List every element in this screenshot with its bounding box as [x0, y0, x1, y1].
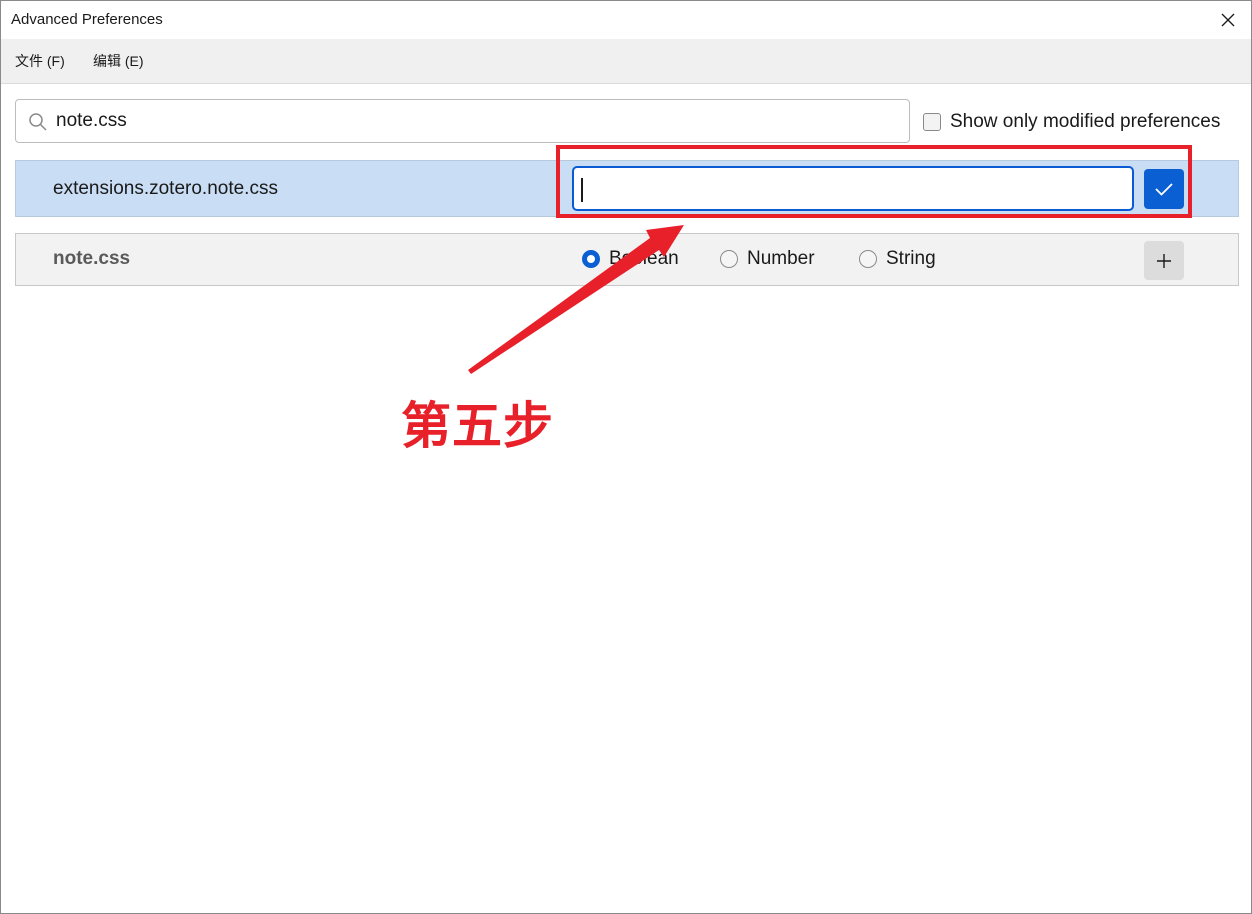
annotation-step-label: 第五步 [401, 398, 554, 454]
type-boolean-option[interactable]: Boolean [582, 248, 679, 270]
new-preference-name: note.css [53, 248, 131, 269]
type-string-radio[interactable] [859, 250, 877, 268]
new-preference-row: note.css Boolean Number String [15, 233, 1239, 286]
type-number-radio[interactable] [720, 250, 738, 268]
type-string-label: String [886, 248, 936, 269]
close-icon [1221, 13, 1235, 27]
text-caret [581, 178, 583, 202]
search-box[interactable] [15, 99, 910, 143]
preference-row[interactable]: extensions.zotero.note.css [15, 160, 1239, 217]
type-number-option[interactable]: Number [720, 248, 815, 270]
preference-value-input[interactable] [572, 166, 1134, 211]
show-modified-label: Show only modified preferences [950, 111, 1221, 132]
preference-name: extensions.zotero.note.css [53, 178, 278, 199]
menu-edit[interactable]: 编辑 (E) [93, 51, 144, 71]
type-number-label: Number [747, 248, 815, 269]
search-input[interactable] [56, 106, 896, 136]
search-icon [29, 113, 47, 131]
type-string-option[interactable]: String [859, 248, 936, 270]
checkmark-icon [1155, 183, 1173, 196]
menu-bar: 文件 (F) 编辑 (E) [1, 39, 1251, 84]
add-preference-button[interactable] [1144, 241, 1184, 280]
type-boolean-label: Boolean [609, 248, 679, 269]
plus-icon [1157, 253, 1171, 268]
menu-file[interactable]: 文件 (F) [15, 51, 65, 71]
type-boolean-radio[interactable] [582, 250, 600, 268]
show-modified-checkbox[interactable] [923, 113, 941, 131]
close-button[interactable] [1205, 1, 1251, 39]
advanced-preferences-window: Advanced Preferences 文件 (F) 编辑 (E) Show … [0, 0, 1252, 914]
window-title: Advanced Preferences [11, 11, 163, 28]
show-modified-toggle[interactable]: Show only modified preferences [923, 111, 1220, 133]
title-bar: Advanced Preferences [1, 1, 1251, 39]
save-value-button[interactable] [1144, 169, 1184, 209]
